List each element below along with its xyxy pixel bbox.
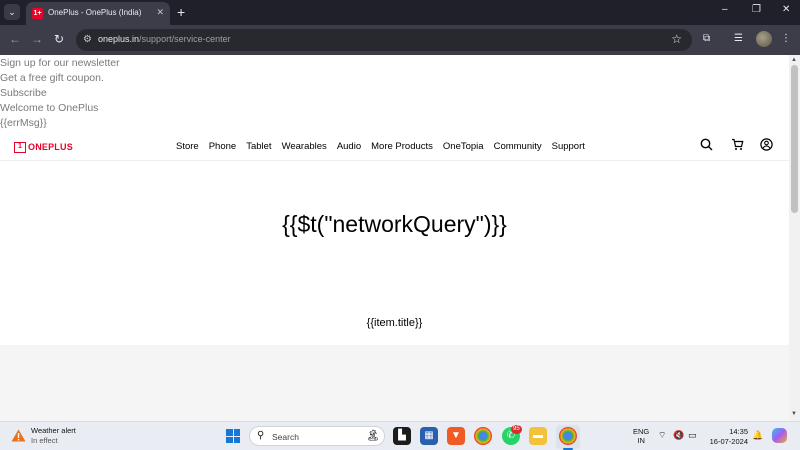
url-host: oneplus.in — [98, 34, 140, 44]
taskbar-search-icon: ⚲ — [257, 430, 265, 441]
nav-tablet[interactable]: Tablet — [246, 141, 271, 152]
search-icon[interactable] — [700, 138, 713, 154]
brave-browser-icon[interactable]: ▼ — [447, 427, 465, 445]
taskbar-search[interactable]: ⚲ Search 🏝 — [249, 426, 385, 446]
oneplus-logo[interactable]: 1 ONEPLUS — [14, 141, 73, 153]
battery-icon[interactable]: ▭ — [688, 430, 697, 441]
language-code: ENG — [633, 427, 650, 436]
newsletter-signup-text: Sign up for our newsletter — [0, 57, 120, 69]
nav-more-products[interactable]: More Products — [371, 141, 433, 152]
nav-support[interactable]: Support — [552, 141, 585, 152]
cart-icon[interactable] — [731, 138, 744, 154]
system-clock[interactable]: 14:35 16-07-2024 — [708, 427, 748, 447]
notification-bell-icon[interactable]: 🔔 — [752, 430, 763, 441]
wifi-icon[interactable]: ⌔ — [658, 430, 666, 441]
new-tab-button[interactable]: + — [177, 4, 185, 20]
forward-icon[interactable]: → — [31, 32, 43, 46]
scroll-up-icon[interactable]: ▲ — [791, 57, 797, 63]
site-header: 1 ONEPLUS Store Phone Tablet Wearables A… — [0, 131, 789, 161]
tab-title: OnePlus - OnePlus (India) — [48, 8, 142, 17]
browser-menu-icon[interactable]: ⋮ — [781, 33, 791, 44]
nav-phone[interactable]: Phone — [209, 141, 236, 152]
tab-search-icon[interactable]: ⌄ — [4, 4, 20, 20]
reload-icon[interactable]: ↻ — [54, 32, 64, 46]
site-info-icon[interactable]: ⚙ — [83, 34, 92, 45]
windows-start-icon[interactable] — [226, 429, 240, 443]
nav-audio[interactable]: Audio — [337, 141, 361, 152]
url-text[interactable]: oneplus.in/support/service-center — [98, 34, 231, 44]
weather-alert-title[interactable]: Weather alert — [31, 426, 76, 435]
weather-alert-subtitle: In effect — [31, 436, 58, 445]
taskbar-search-label: Search — [272, 432, 299, 442]
subscribe-button[interactable]: Subscribe — [0, 87, 47, 99]
task-view-icon[interactable]: ▙ — [393, 427, 411, 445]
nav-wearables[interactable]: Wearables — [282, 141, 327, 152]
clock-time: 14:35 — [729, 427, 748, 436]
browser-tab-oneplus[interactable]: 1+ OnePlus - OnePlus (India) ✕ — [26, 2, 170, 25]
file-explorer-icon[interactable]: ▬ — [529, 427, 547, 445]
extensions-icon[interactable]: ⧉ — [703, 33, 710, 44]
back-icon[interactable]: ← — [9, 32, 21, 46]
copilot-icon[interactable] — [772, 428, 787, 443]
close-window-button[interactable]: ✕ — [782, 4, 790, 15]
page-heading-placeholder: {{$t("networkQuery")}} — [282, 211, 507, 237]
search-highlight-icon: 🏝 — [366, 430, 380, 442]
scroll-down-icon[interactable]: ▼ — [791, 411, 797, 417]
oneplus-logo-text: ONEPLUS — [28, 142, 73, 152]
page-viewport: Sign up for our newsletter Get a free gi… — [0, 55, 789, 421]
bookmark-star-icon[interactable]: ☆ — [671, 32, 682, 46]
nav-onetopia[interactable]: OneTopia — [443, 141, 484, 152]
address-bar[interactable]: ⚙ oneplus.in/support/service-center ☆ — [76, 29, 692, 51]
store-app-icon[interactable]: ▦ — [420, 427, 438, 445]
oneplus-logo-mark: 1 — [14, 141, 26, 153]
region-code: IN — [637, 436, 645, 445]
restore-button[interactable]: ❐ — [752, 4, 761, 15]
url-path: /support/service-center — [139, 34, 231, 44]
media-controls-icon[interactable]: ☰ — [734, 33, 743, 44]
account-icon[interactable] — [760, 138, 773, 154]
minimize-button[interactable]: – — [722, 4, 728, 15]
whatsapp-unread-badge: 95 — [511, 425, 522, 434]
windows-taskbar: Weather alert In effect ⚲ Search 🏝 ▙ ▦ ▼… — [0, 421, 800, 450]
language-indicator[interactable]: ENG IN — [633, 427, 649, 445]
welcome-text: Welcome to OnePlus — [0, 102, 99, 114]
browser-tab-strip: ⌄ 1+ OnePlus - OnePlus (India) ✕ + – ❐ ✕ — [0, 0, 800, 25]
profile-avatar[interactable] — [756, 31, 772, 47]
oneplus-favicon-icon: 1+ — [32, 8, 43, 19]
error-message-placeholder: {{errMsg}} — [0, 117, 47, 129]
clock-date: 16-07-2024 — [709, 437, 748, 446]
scrollbar-thumb[interactable] — [791, 65, 798, 213]
browser-toolbar: ← → ↻ ⚙ oneplus.in/support/service-cente… — [0, 25, 800, 55]
content-section-background — [0, 345, 789, 421]
weather-alert-icon[interactable] — [11, 429, 26, 442]
item-title-placeholder: {{item.title}} — [366, 317, 423, 329]
volume-muted-icon[interactable]: 🔇 — [673, 430, 684, 441]
page-scrollbar[interactable]: ▲ ▼ — [789, 55, 800, 421]
main-nav: Store Phone Tablet Wearables Audio More … — [176, 141, 585, 152]
gift-coupon-text: Get a free gift coupon. — [0, 72, 104, 84]
nav-store[interactable]: Store — [176, 141, 199, 152]
chrome-app-icon[interactable] — [474, 427, 492, 445]
chrome-profile-app-icon[interactable] — [559, 427, 577, 445]
nav-community[interactable]: Community — [494, 141, 542, 152]
tab-close-icon[interactable]: ✕ — [156, 7, 164, 18]
